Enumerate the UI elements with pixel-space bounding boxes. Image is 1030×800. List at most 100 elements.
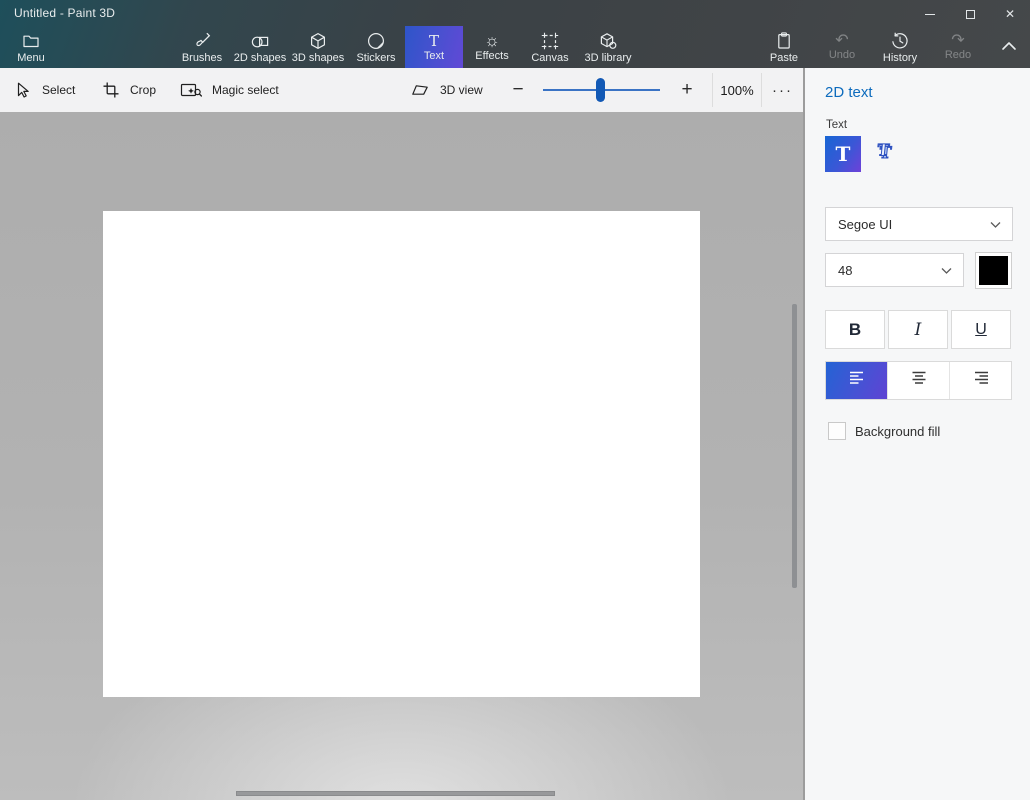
close-button[interactable]: ✕	[990, 0, 1030, 28]
clipboard-icon	[774, 31, 794, 51]
tab-label: Effects	[475, 51, 508, 62]
tab-label: Canvas	[531, 53, 568, 64]
panel-title: 2D text	[825, 84, 873, 101]
font-family-value: Segoe UI	[838, 217, 892, 232]
tab-brushes[interactable]: Brushes	[173, 26, 231, 68]
drawing-canvas[interactable]	[103, 211, 700, 697]
window-title: Untitled - Paint 3D	[0, 6, 115, 20]
2d-text-button[interactable]: T	[825, 136, 861, 172]
2d-text-icon: T	[836, 142, 851, 166]
crop-label: Crop	[130, 83, 156, 97]
background-fill-checkbox[interactable]	[828, 422, 846, 440]
redo-button[interactable]: ↷ Redo	[929, 26, 987, 68]
magic-select-icon	[180, 81, 202, 99]
alignment-group	[825, 361, 1012, 400]
plus-icon: +	[681, 79, 692, 101]
canvas-frame-icon	[540, 31, 560, 51]
zoom-in-button[interactable]: +	[675, 68, 699, 112]
folder-icon	[21, 31, 41, 51]
cursor-arrow-icon	[14, 81, 32, 99]
tab-3d-shapes[interactable]: 3D shapes	[289, 26, 347, 68]
tab-stickers[interactable]: Stickers	[347, 26, 405, 68]
bold-button[interactable]: B	[825, 310, 885, 349]
brush-icon	[192, 31, 212, 51]
background-fill-label: Background fill	[855, 424, 940, 439]
minimize-button[interactable]	[910, 0, 950, 28]
undo-button[interactable]: ↶ Undo	[813, 26, 871, 68]
text-tool-icon: T	[429, 33, 439, 49]
sticker-icon	[366, 31, 386, 51]
maximize-icon	[966, 10, 975, 19]
maximize-button[interactable]	[950, 0, 990, 28]
align-left-button[interactable]	[826, 362, 887, 399]
undo-icon: ↶	[835, 33, 848, 48]
underline-button[interactable]: U	[951, 310, 1011, 349]
action-label: Paste	[770, 53, 798, 64]
select-button[interactable]: Select	[14, 68, 75, 112]
tab-canvas[interactable]: Canvas	[521, 26, 579, 68]
crop-button[interactable]: Crop	[102, 68, 156, 112]
2d-shapes-icon	[250, 31, 270, 51]
font-size-value: 48	[838, 263, 852, 278]
chevron-down-icon	[941, 263, 952, 278]
tab-label: 2D shapes	[234, 53, 287, 64]
vertical-scrollbar[interactable]	[792, 304, 797, 588]
zoom-percentage[interactable]: 100%	[713, 68, 761, 112]
zoom-slider-thumb[interactable]	[596, 78, 605, 102]
magic-select-button[interactable]: Magic select	[180, 68, 279, 112]
zoom-out-button[interactable]: −	[506, 68, 530, 112]
workspace	[0, 112, 803, 800]
action-label: Redo	[945, 50, 971, 61]
action-label: History	[883, 53, 917, 64]
action-label: Undo	[829, 50, 855, 61]
titlebar: Untitled - Paint 3D ✕	[0, 0, 1030, 26]
history-button[interactable]: History	[871, 26, 929, 68]
sub-toolbar: Select Crop Magic select 3D view − + 100…	[0, 68, 803, 112]
tab-3d-library[interactable]: 3D library	[579, 26, 637, 68]
chevron-up-icon	[1001, 38, 1017, 56]
ellipsis-icon: ···	[772, 82, 793, 99]
align-right-icon	[972, 370, 990, 391]
3d-text-button[interactable]: T T	[866, 136, 904, 172]
background-fill-row: Background fill	[828, 422, 940, 440]
tab-label: Brushes	[182, 53, 222, 64]
tab-text[interactable]: T Text	[405, 26, 463, 68]
tab-effects[interactable]: ☼ Effects	[463, 26, 521, 68]
magic-select-label: Magic select	[212, 83, 279, 97]
minimize-icon	[925, 14, 935, 15]
3d-text-icon: T T	[870, 138, 900, 171]
text-section-label: Text	[826, 119, 847, 131]
3d-view-label: 3D view	[440, 83, 483, 97]
3d-cube-icon	[308, 31, 328, 51]
3d-view-button[interactable]: 3D view	[410, 68, 483, 112]
horizontal-scrollbar[interactable]	[236, 791, 555, 796]
svg-text:T: T	[876, 140, 890, 159]
chevron-down-icon	[990, 217, 1001, 232]
paste-button[interactable]: Paste	[755, 26, 813, 68]
3d-view-icon	[410, 81, 430, 99]
text-settings-panel: 2D text Text T T T Segoe UI 48	[803, 68, 1030, 800]
text-color-swatch[interactable]	[975, 252, 1012, 289]
header: Untitled - Paint 3D ✕ Menu Brushes	[0, 0, 1030, 68]
align-right-button[interactable]	[949, 362, 1011, 399]
tab-2d-shapes[interactable]: 2D shapes	[231, 26, 289, 68]
close-icon: ✕	[1005, 7, 1015, 21]
menu-button[interactable]: Menu	[2, 26, 60, 68]
more-options-button[interactable]: ···	[762, 68, 803, 112]
tab-label: Text	[424, 51, 444, 62]
redo-icon: ↷	[951, 33, 964, 48]
italic-button[interactable]: I	[888, 310, 948, 349]
menu-label: Menu	[17, 53, 45, 64]
tab-label: Stickers	[356, 53, 395, 64]
tab-label: 3D shapes	[292, 53, 345, 64]
minus-icon: −	[512, 79, 523, 101]
align-center-button[interactable]	[887, 362, 949, 399]
select-label: Select	[42, 83, 75, 97]
tab-label: 3D library	[584, 53, 631, 64]
sun-icon: ☼	[484, 32, 500, 49]
paint3d-window: Untitled - Paint 3D ✕ Menu Brushes	[0, 0, 1030, 800]
window-controls: ✕	[910, 0, 1030, 28]
collapse-ribbon-button[interactable]	[992, 26, 1026, 68]
font-size-dropdown[interactable]: 48	[825, 253, 964, 287]
font-family-dropdown[interactable]: Segoe UI	[825, 207, 1013, 241]
